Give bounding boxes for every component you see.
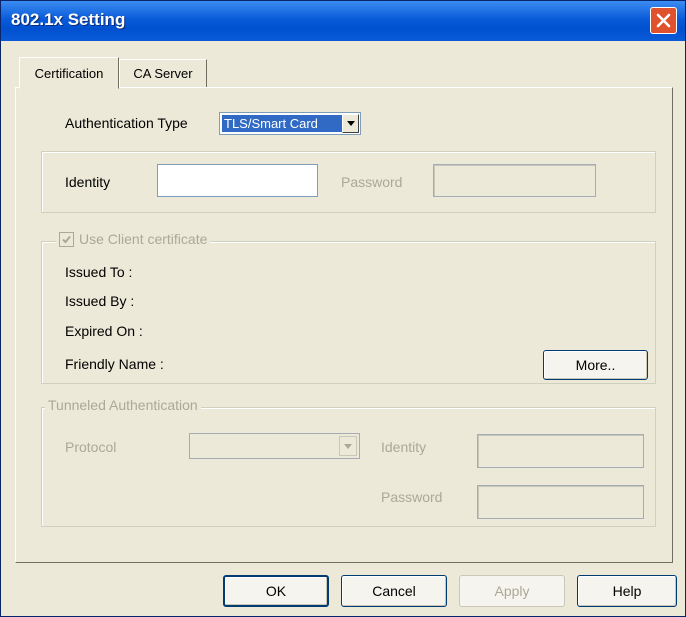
more-button[interactable]: More.. [543,350,648,380]
identity-field[interactable] [157,164,318,197]
tab-certification-label: Certification [34,65,104,81]
tunneled-password-label: Password [381,489,443,505]
use-client-cert-label: Use Client certificate [79,231,208,247]
checkmark-icon [62,235,71,243]
chevron-down-icon [346,121,355,126]
ok-button[interactable]: OK [223,575,329,607]
tunneled-password-field[interactable] [477,485,644,519]
tunneled-auth-legend: Tunneled Authentication [45,397,201,413]
more-button-label: More.. [575,357,616,373]
auth-type-select[interactable]: TLS/Smart Card [219,112,361,135]
title-bar[interactable]: 802.1x Setting [1,1,685,41]
close-button[interactable] [650,7,677,34]
issued-to-label: Issued To : [65,264,133,280]
tunneled-identity-field[interactable] [477,434,644,468]
window-title: 802.1x Setting [11,10,126,29]
apply-button[interactable]: Apply [459,575,565,607]
help-button[interactable]: Help [577,575,677,607]
chevron-down-icon [344,443,352,449]
issued-by-label: Issued By : [65,293,135,309]
password-field[interactable] [433,164,596,197]
protocol-dropdown-arrow[interactable] [339,436,357,456]
expired-on-label: Expired On : [65,323,143,339]
ok-button-label: OK [265,583,287,599]
dialog-window: 802.1x Setting Certification CA Server A… [0,0,686,617]
dropdown-arrow[interactable] [342,114,359,133]
auth-type-value: TLS/Smart Card [222,115,342,132]
tunneled-identity-label: Identity [381,439,427,455]
auth-type-label: Authentication Type [65,115,188,131]
tab-ca-server[interactable]: CA Server [119,59,207,87]
close-icon [656,13,671,28]
cancel-button[interactable]: Cancel [341,575,447,607]
identity-label: Identity [65,174,111,190]
friendly-name-label: Friendly Name : [65,356,164,372]
apply-button-label: Apply [494,583,530,599]
tab-certification[interactable]: Certification [19,57,119,89]
help-button-label: Help [612,583,642,599]
protocol-label: Protocol [65,439,117,455]
password-label: Password [341,174,403,190]
client-cert-legend: Use Client certificate [56,231,211,247]
use-client-cert-checkbox[interactable] [59,231,74,247]
tab-ca-server-label: CA Server [133,66,193,81]
cancel-button-label: Cancel [372,583,416,599]
protocol-select[interactable] [189,433,360,459]
